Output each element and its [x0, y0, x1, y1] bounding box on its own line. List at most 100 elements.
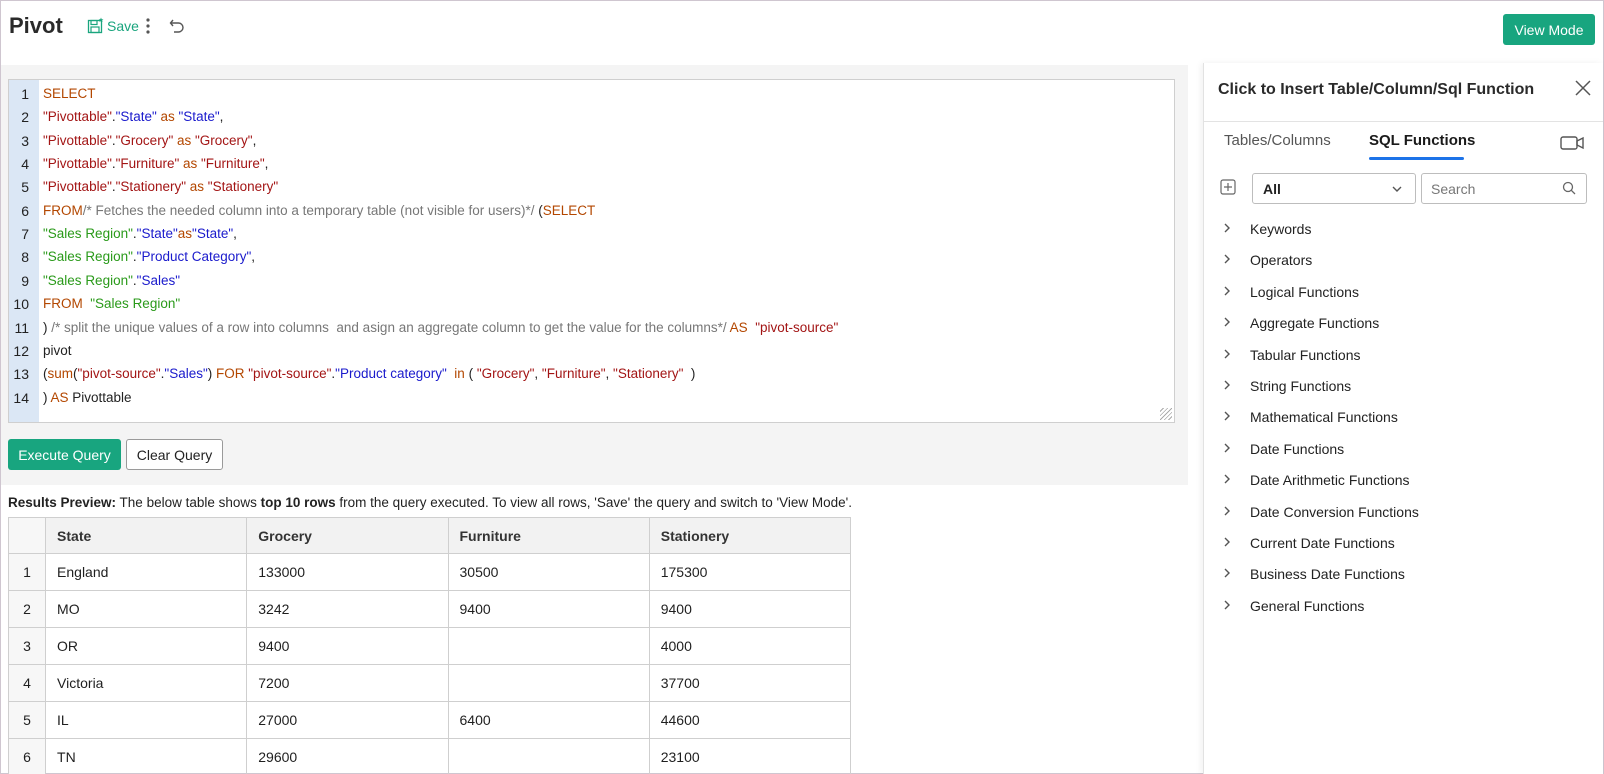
code-line[interactable]: pivot: [43, 343, 72, 358]
panel-title: Click to Insert Table/Column/Sql Functio…: [1218, 81, 1535, 98]
code-line[interactable]: "Pivottable"."Furniture" as "Furniture",: [43, 156, 268, 171]
code-line[interactable]: ) AS Pivottable: [43, 390, 132, 405]
expand-all-icon[interactable]: [1220, 179, 1236, 200]
code-token: "Furniture": [115, 156, 180, 172]
row-index: 6: [7, 738, 47, 774]
line-number: 1: [21, 86, 29, 102]
line-number: 6: [21, 202, 29, 219]
code-token: ,: [233, 226, 237, 242]
function-category-value: All: [1263, 180, 1281, 197]
column-header: Grocery: [246, 517, 449, 554]
function-category-item[interactable]: Keywords: [1222, 221, 1311, 237]
function-category-item[interactable]: Current Date Functions: [1222, 535, 1395, 551]
tab-sql-functions[interactable]: SQL Functions: [1369, 132, 1475, 149]
line-number: 4: [21, 156, 29, 173]
table-cell: 4000: [648, 627, 852, 665]
results-preview-text-2: from the query executed. To view all row…: [335, 495, 852, 510]
code-line[interactable]: SELECT: [43, 86, 96, 101]
code-line[interactable]: "Sales Region"."State"as"State",: [43, 226, 237, 241]
code-token: "Sales Region": [90, 296, 181, 312]
code-token: "State": [178, 109, 220, 125]
code-line[interactable]: FROM "Sales Region": [43, 296, 180, 311]
function-category-item[interactable]: General Functions: [1222, 598, 1364, 614]
line-number: 7: [21, 226, 29, 243]
execute-query-button[interactable]: Execute Query: [8, 439, 121, 470]
row-index: 4: [7, 664, 47, 702]
video-camera-icon[interactable]: [1560, 135, 1584, 156]
code-token: SELECT: [542, 202, 596, 218]
function-category-select[interactable]: All: [1252, 173, 1416, 204]
code-token: pivot: [43, 342, 72, 358]
code-line[interactable]: FROM/* Fetches the needed column into a …: [43, 203, 595, 218]
code-token: "Pivottable": [43, 109, 112, 125]
function-category-item[interactable]: Date Functions: [1222, 441, 1344, 457]
function-category-label: Logical Functions: [1250, 283, 1359, 300]
code-token: ): [43, 319, 52, 335]
table-cell: [447, 738, 650, 774]
more-options-icon[interactable]: [145, 17, 151, 39]
line-number: 2: [21, 109, 29, 126]
panel-divider: [1204, 121, 1603, 122]
code-token: FOR: [216, 366, 249, 382]
code-token: /* Fetches the needed column into a temp…: [82, 202, 539, 218]
code-line[interactable]: "Pivottable"."Stationery" as "Stationery…: [43, 179, 278, 194]
chevron-right-icon: [1222, 315, 1238, 331]
table-row: 6 TN 29600 23100: [7, 738, 852, 774]
code-line[interactable]: "Pivottable"."State" as "State",: [43, 109, 223, 124]
function-category-label: Mathematical Functions: [1250, 409, 1398, 426]
code-line[interactable]: (sum("pivot-source"."Sales") FOR "pivot-…: [43, 366, 695, 381]
function-category-item[interactable]: Business Date Functions: [1222, 566, 1405, 582]
table-row: 5 IL 27000 6400 44600: [7, 701, 852, 739]
function-category-item[interactable]: String Functions: [1222, 378, 1351, 394]
code-token: "Sales Region": [43, 249, 133, 265]
table-cell: 175300: [648, 553, 852, 591]
code-token: "Sales": [136, 272, 181, 288]
tab-tables-columns[interactable]: Tables/Columns: [1224, 132, 1331, 149]
code-token: ): [207, 366, 217, 382]
code-token: as: [173, 132, 195, 148]
insert-function-panel: Click to Insert Table/Column/Sql Functio…: [1203, 63, 1603, 774]
code-token: "pivot-source": [77, 366, 161, 382]
chevron-right-icon: [1222, 409, 1238, 425]
save-button[interactable]: Save: [87, 17, 139, 35]
chevron-right-icon: [1222, 378, 1238, 394]
line-number: 11: [14, 319, 29, 336]
resize-handle[interactable]: [1160, 408, 1172, 420]
code-line[interactable]: ) /* split the unique values of a row in…: [43, 320, 838, 335]
function-category-label: Business Date Functions: [1250, 566, 1405, 583]
function-category-item[interactable]: Logical Functions: [1222, 284, 1359, 300]
table-row: 2 MO 3242 9400 9400: [7, 590, 852, 628]
code-token: as: [186, 179, 208, 195]
column-header: Stationery: [648, 517, 852, 554]
active-tab-indicator: [1369, 157, 1464, 160]
function-category-item[interactable]: Date Arithmetic Functions: [1222, 472, 1410, 488]
query-editor-pane: 1 2 3 4 5 6 7 8 9 10 11 12 13 14 SELECT "Pivottable"."…: [1, 65, 1188, 485]
function-category-item[interactable]: Mathematical Functions: [1222, 409, 1398, 425]
code-token: "Product category": [335, 366, 447, 382]
table-cell: 9400: [246, 627, 449, 665]
clear-query-button[interactable]: Clear Query: [126, 439, 223, 470]
sql-editor[interactable]: 1 2 3 4 5 6 7 8 9 10 11 12 13 14 SELECT "Pivottable"."…: [8, 79, 1175, 423]
close-icon[interactable]: [1574, 79, 1592, 97]
code-token: as: [177, 226, 193, 242]
header-bar: Pivot Save View Mode: [1, 1, 1603, 61]
search-icon[interactable]: [1562, 181, 1576, 200]
code-token: "Stationery": [613, 366, 684, 382]
code-line[interactable]: "Sales Region"."Product Category",: [43, 249, 255, 264]
table-cell: 7200: [246, 664, 449, 702]
code-line[interactable]: "Pivottable"."Grocery" as "Grocery",: [43, 133, 256, 148]
undo-icon[interactable]: [169, 18, 185, 39]
column-header: State: [45, 517, 248, 554]
line-number: 10: [13, 296, 29, 313]
function-category-item[interactable]: Date Conversion Functions: [1222, 504, 1419, 520]
code-line[interactable]: "Sales Region"."Sales": [43, 273, 180, 288]
code-token: ): [43, 389, 51, 405]
chevron-right-icon: [1222, 221, 1238, 237]
table-row: 4 Victoria 7200 37700: [7, 664, 852, 702]
chevron-right-icon: [1222, 441, 1238, 457]
function-category-item[interactable]: Aggregate Functions: [1222, 315, 1379, 331]
view-mode-button[interactable]: View Mode: [1503, 14, 1595, 45]
function-category-item[interactable]: Tabular Functions: [1222, 347, 1361, 363]
function-category-item[interactable]: Operators: [1222, 252, 1312, 268]
table-cell: 9400: [648, 590, 852, 628]
